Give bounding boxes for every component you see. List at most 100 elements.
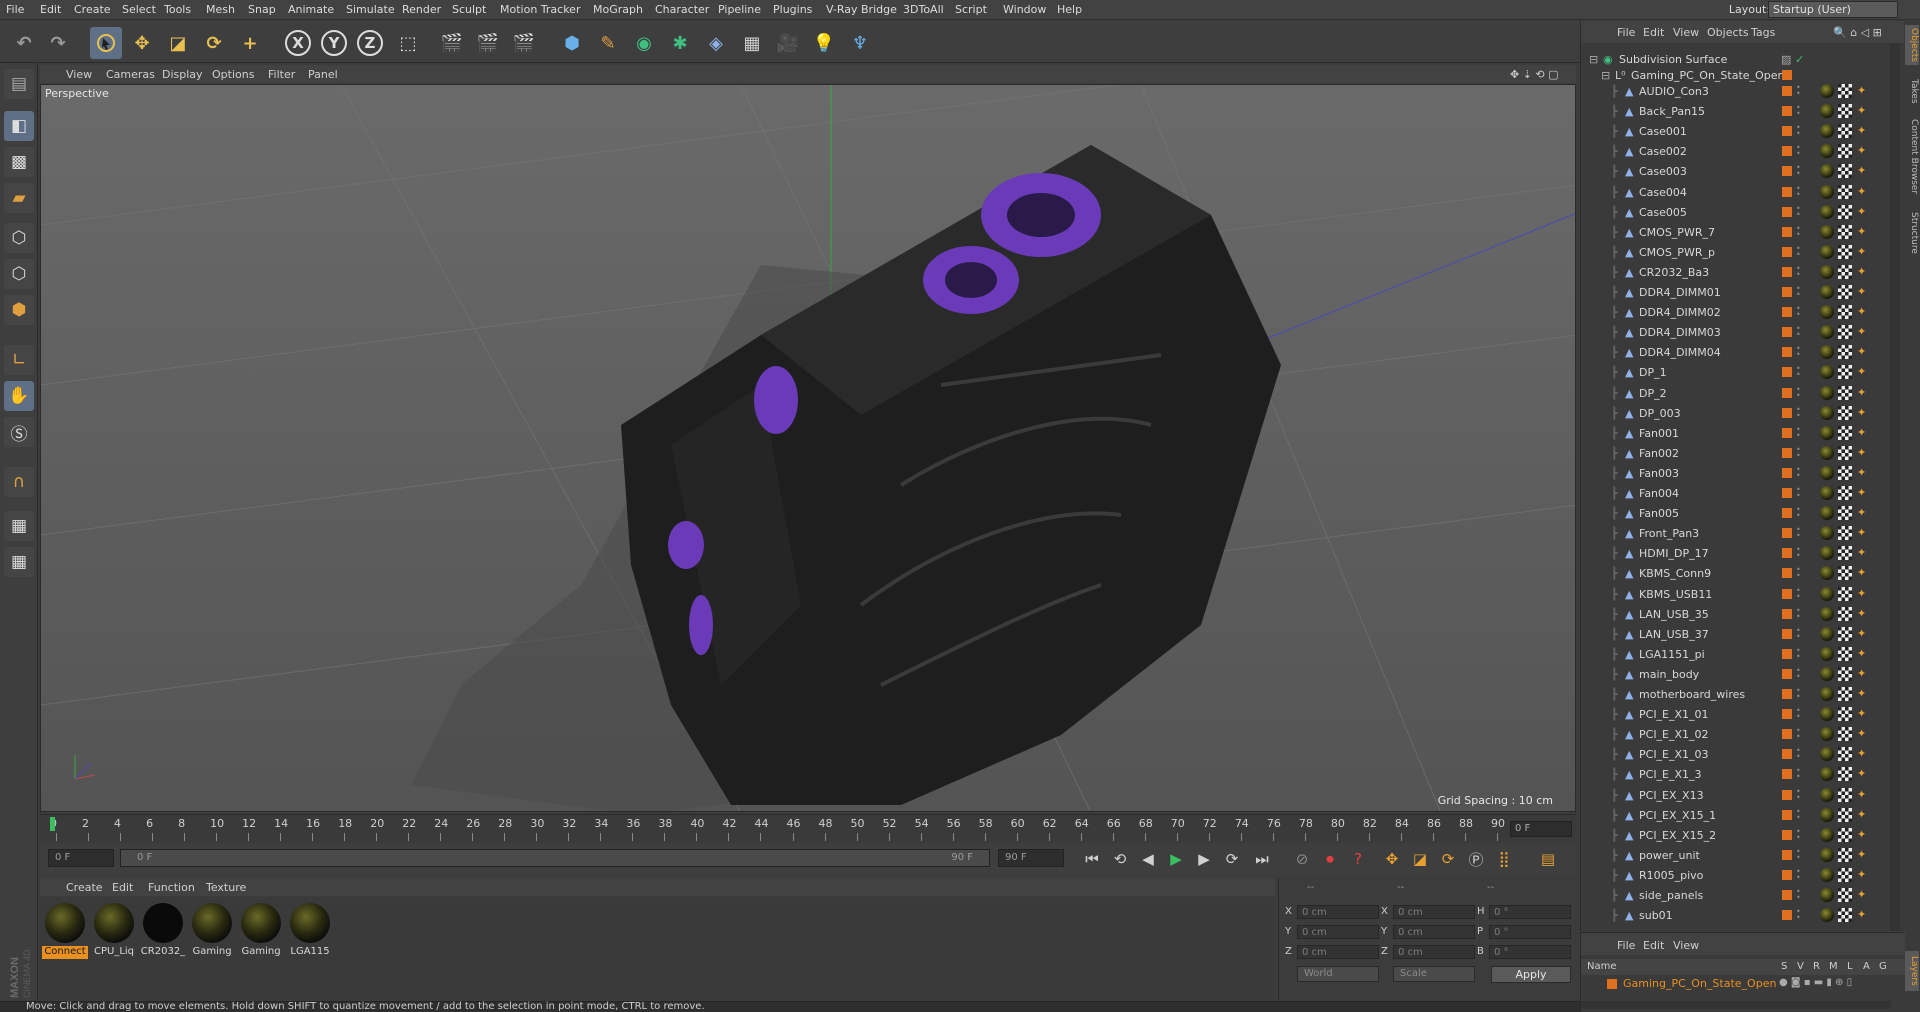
texture-tag-icon[interactable] xyxy=(1838,908,1852,923)
material-tag-icon[interactable] xyxy=(1820,727,1834,742)
object-row[interactable]: ┣ ▲ sub01 • • ✦ xyxy=(1581,905,1891,925)
layer-color-swatch[interactable] xyxy=(1782,628,1792,639)
layer-color-swatch[interactable] xyxy=(1782,608,1792,619)
phong-tag-icon[interactable]: ✦ xyxy=(1857,486,1871,500)
material-tag-icon[interactable] xyxy=(1820,707,1834,722)
visibility-dots-icon[interactable]: • • xyxy=(1796,707,1801,721)
phong-tag-icon[interactable]: ✦ xyxy=(1857,164,1871,178)
material-tag-icon[interactable] xyxy=(1820,124,1834,139)
phong-tag-icon[interactable]: ✦ xyxy=(1857,868,1871,882)
layer-menu-file[interactable]: File xyxy=(1617,939,1635,952)
layer-color-swatch[interactable] xyxy=(1782,447,1792,458)
layer-color-swatch[interactable] xyxy=(1782,528,1792,539)
tab-structure[interactable]: Structure xyxy=(1905,205,1919,261)
material-tag-icon[interactable] xyxy=(1820,325,1834,340)
visibility-dots-icon[interactable]: • • xyxy=(1796,847,1801,861)
phong-tag-icon[interactable]: ✦ xyxy=(1857,587,1871,601)
create-tool-icon[interactable]: + xyxy=(234,27,266,59)
visibility-dots-icon[interactable]: • • xyxy=(1796,606,1801,620)
material-tag-icon[interactable] xyxy=(1820,425,1834,440)
visibility-dots-icon[interactable]: • • xyxy=(1796,164,1801,178)
object-row[interactable]: ┣ ▲ PCI_E_X1_01 • • ✦ xyxy=(1581,704,1891,724)
object-menu-edit[interactable]: Edit xyxy=(1643,26,1664,39)
object-manager-tools-icons[interactable]: 🔍 ⌂ ◁ ⊞ xyxy=(1833,26,1882,39)
texture-tag-icon[interactable] xyxy=(1838,486,1852,500)
material-tag-icon[interactable] xyxy=(1820,84,1834,98)
material-tag-icon[interactable] xyxy=(1820,204,1834,219)
material-tag-icon[interactable] xyxy=(1820,164,1834,179)
tab-objects[interactable]: Objects xyxy=(1905,25,1919,65)
object-row[interactable]: ┣ ▲ KBMS_USB11 • • ✦ xyxy=(1581,584,1891,604)
cube-object-icon[interactable]: ⬢ xyxy=(556,27,588,59)
phong-tag-icon[interactable]: ✦ xyxy=(1857,667,1871,681)
material-tag-icon[interactable] xyxy=(1820,285,1834,299)
phong-tag-icon[interactable]: ✦ xyxy=(1857,124,1871,138)
camera-icon[interactable]: 🎥 xyxy=(772,27,804,59)
visibility-dots-icon[interactable]: • • xyxy=(1796,646,1801,660)
layer-color-swatch[interactable] xyxy=(1782,709,1792,720)
visibility-dots-icon[interactable]: • • xyxy=(1796,184,1801,198)
texture-tag-icon[interactable] xyxy=(1838,204,1852,219)
visibility-dots-icon[interactable]: • • xyxy=(1796,264,1801,278)
cloner-icon[interactable]: ✱ xyxy=(664,27,696,59)
object-row[interactable]: ┣ ▲ DDR4_DIMM04 • • ✦ xyxy=(1581,342,1891,362)
phong-tag-icon[interactable]: ✦ xyxy=(1857,144,1871,158)
visibility-dots-icon[interactable]: • • xyxy=(1796,465,1801,479)
texture-tag-icon[interactable] xyxy=(1838,84,1852,98)
menu-plugins[interactable]: Plugins xyxy=(773,3,812,16)
object-menu-view[interactable]: View xyxy=(1673,26,1699,39)
layer-color-swatch[interactable] xyxy=(1782,467,1792,478)
menu-pipeline[interactable]: Pipeline xyxy=(718,3,761,16)
workplane-mode-icon[interactable]: ▰ xyxy=(4,183,34,213)
record-active-icon[interactable]: ⏺ xyxy=(1318,847,1342,871)
layer-color-swatch[interactable] xyxy=(1782,729,1792,740)
object-row[interactable]: ┣ ▲ Case005 • • ✦ xyxy=(1581,202,1891,222)
object-row[interactable]: ┣ ▲ main_body • • ✦ xyxy=(1581,664,1891,684)
texture-tag-icon[interactable] xyxy=(1838,345,1852,360)
phong-tag-icon[interactable]: ✦ xyxy=(1857,345,1871,359)
visibility-dots-icon[interactable]: • • xyxy=(1796,204,1801,218)
object-row[interactable]: ┣ ▲ PCI_E_X1_3 • • ✦ xyxy=(1581,764,1891,784)
visibility-dots-icon[interactable]: • • xyxy=(1796,144,1801,158)
texture-tag-icon[interactable] xyxy=(1838,405,1852,420)
phong-tag-icon[interactable]: ✦ xyxy=(1857,848,1871,862)
phong-tag-icon[interactable]: ✦ xyxy=(1857,205,1871,219)
menu-snap[interactable]: Snap xyxy=(248,3,276,16)
material-swatch[interactable]: LGA115 xyxy=(287,901,333,963)
visibility-dots-icon[interactable]: • • xyxy=(1796,365,1801,379)
texture-tag-icon[interactable] xyxy=(1838,305,1852,320)
object-menu-file[interactable]: File xyxy=(1617,26,1635,39)
visibility-dots-icon[interactable]: • • xyxy=(1796,827,1801,841)
layer-color-swatch[interactable] xyxy=(1782,266,1792,277)
layer-color-swatch[interactable] xyxy=(1782,226,1792,237)
menu-mograph[interactable]: MoGraph xyxy=(593,3,643,16)
layer-color-swatch[interactable] xyxy=(1782,146,1792,157)
layer-color-swatch[interactable] xyxy=(1782,668,1792,679)
make-editable-icon[interactable]: ▤ xyxy=(4,69,34,99)
material-tag-icon[interactable] xyxy=(1820,747,1834,762)
material-swatch[interactable]: Connect xyxy=(42,901,88,963)
object-row[interactable]: ┣ ▲ CMOS_PWR_7 • • ✦ xyxy=(1581,222,1891,242)
phong-tag-icon[interactable]: ✦ xyxy=(1857,627,1871,641)
object-row[interactable]: ┣ ▲ Fan003 • • ✦ xyxy=(1581,463,1891,483)
material-tag-icon[interactable] xyxy=(1820,687,1834,701)
texture-tag-icon[interactable] xyxy=(1838,104,1852,119)
visibility-dots-icon[interactable]: • • xyxy=(1796,486,1801,500)
object-row[interactable]: ┣ ▲ Front_Pan3 • • ✦ xyxy=(1581,523,1891,543)
layer-menu-edit[interactable]: Edit xyxy=(1643,939,1664,952)
material-tag-icon[interactable] xyxy=(1820,144,1834,159)
phong-tag-icon[interactable]: ✦ xyxy=(1857,386,1871,400)
texture-tag-icon[interactable] xyxy=(1838,506,1852,521)
material-tag-icon[interactable] xyxy=(1820,305,1834,320)
layer-color-swatch[interactable] xyxy=(1782,166,1792,177)
object-row[interactable]: ┣ ▲ HDMI_DP_17 • • ✦ xyxy=(1581,543,1891,563)
object-row[interactable]: ┣ ▲ R1005_pivo • • ✦ xyxy=(1581,865,1891,885)
viewport-navigation-icons[interactable]: ✥ ⇣ ⟲ ▢ xyxy=(1510,68,1559,81)
phong-tag-icon[interactable]: ✦ xyxy=(1857,566,1871,580)
texture-tag-icon[interactable] xyxy=(1838,184,1852,199)
layer-color-swatch[interactable] xyxy=(1782,809,1792,820)
material-tag-icon[interactable] xyxy=(1820,908,1834,923)
phong-tag-icon[interactable]: ✦ xyxy=(1857,727,1871,741)
visibility-dots-icon[interactable]: • • xyxy=(1796,566,1801,580)
snap-icon[interactable]: Ⓢ xyxy=(4,417,34,447)
